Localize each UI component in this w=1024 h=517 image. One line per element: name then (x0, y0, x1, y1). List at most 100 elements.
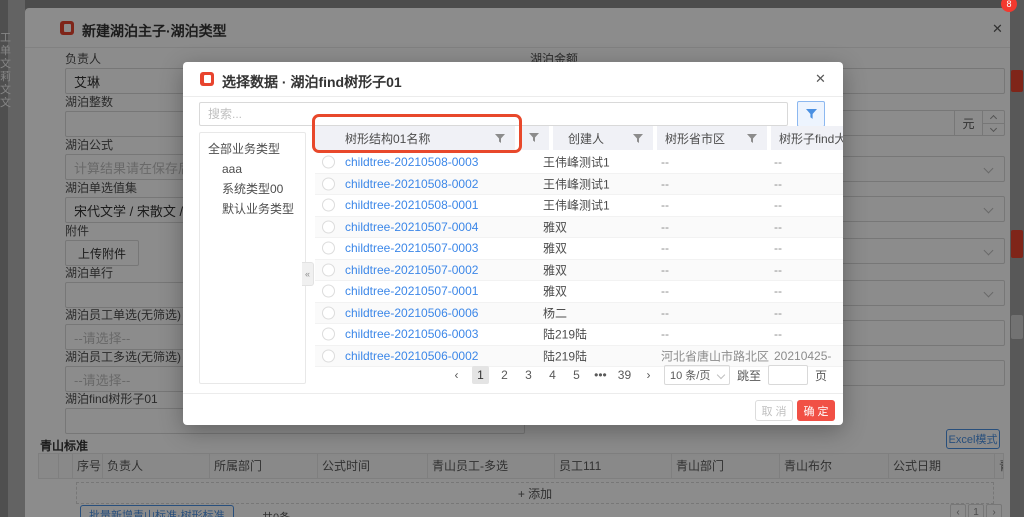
province-cell: -- (661, 155, 669, 169)
creator-cell: 王伟峰测试1 (543, 175, 610, 192)
filter-button[interactable] (797, 101, 825, 127)
radio-button[interactable] (322, 220, 335, 233)
collapse-panel-handle[interactable]: « (302, 262, 314, 286)
record-link[interactable]: childtree-20210506-0006 (345, 306, 478, 320)
table-row[interactable]: childtree-20210506-0002 陆219陆 河北省唐山市路北区 … (315, 346, 843, 368)
pagination: ‹ 12345 ••• 39 › 10 条/页 跳至 页 (448, 365, 827, 385)
creator-cell: 雅双 (543, 283, 567, 300)
province-cell: -- (661, 306, 669, 320)
column-header-extra[interactable]: 树形子find大 (771, 126, 843, 150)
table-body: childtree-20210508-0003 王伟峰测试1 -- -- chi… (315, 152, 843, 367)
form-icon (200, 72, 214, 86)
table-row[interactable]: childtree-20210507-0003 雅双 -- -- (315, 238, 843, 260)
screen: 工单文莉文文 新建湖泊主子·湖泊类型 ✕ 负责人 艾琳 湖泊整数 湖泊公式 计算… (0, 0, 1024, 517)
radio-button[interactable] (322, 156, 335, 169)
category-item[interactable]: 全部业务类型 (200, 139, 305, 159)
table-row[interactable]: childtree-20210507-0001 雅双 -- -- (315, 281, 843, 303)
province-cell: -- (661, 327, 669, 341)
creator-cell: 雅双 (543, 240, 567, 257)
filter-funnel-icon[interactable] (633, 133, 643, 147)
page-number-button[interactable]: 2 (496, 366, 513, 384)
province-cell: 河北省唐山市路北区 (661, 347, 769, 364)
table-row[interactable]: childtree-20210508-0002 王伟峰测试1 -- -- (315, 174, 843, 196)
table-row[interactable]: childtree-20210506-0003 陆219陆 -- -- (315, 324, 843, 346)
creator-cell: 雅双 (543, 218, 567, 235)
funnel-icon (806, 109, 817, 120)
jump-label: 跳至 (737, 367, 761, 384)
province-cell: -- (661, 177, 669, 191)
prev-page-button[interactable]: ‹ (448, 366, 465, 384)
page-number-button[interactable]: 1 (472, 366, 489, 384)
record-link[interactable]: childtree-20210508-0003 (345, 155, 478, 169)
table-row[interactable]: childtree-20210508-0001 王伟峰测试1 -- -- (315, 195, 843, 217)
extra-cell: -- (774, 155, 782, 169)
extra-cell: -- (774, 263, 782, 277)
next-page-button[interactable]: › (640, 366, 657, 384)
radio-button[interactable] (322, 177, 335, 190)
page-number-button[interactable]: 5 (568, 366, 585, 384)
province-cell: -- (661, 220, 669, 234)
table-row[interactable]: childtree-20210508-0003 王伟峰测试1 -- -- (315, 152, 843, 174)
page-number-button[interactable]: 4 (544, 366, 561, 384)
record-link[interactable]: childtree-20210506-0003 (345, 327, 478, 341)
province-cell: -- (661, 241, 669, 255)
table-row[interactable]: childtree-20210507-0004 雅双 -- -- (315, 217, 843, 239)
filter-funnel-icon (529, 133, 539, 143)
extra-cell: 20210425- (774, 349, 831, 363)
record-link[interactable]: childtree-20210508-0002 (345, 177, 478, 191)
chevron-down-icon (717, 371, 725, 379)
creator-cell: 陆219陆 (543, 347, 587, 364)
jump-suffix: 页 (815, 367, 827, 384)
extra-cell: -- (774, 306, 782, 320)
creator-cell: 王伟峰测试1 (543, 197, 610, 214)
extra-cell: -- (774, 198, 782, 212)
jump-page-input[interactable] (768, 365, 808, 385)
confirm-button[interactable]: 确 定 (797, 400, 835, 421)
data-table: 树形结构01名称 创建人 树形省市区 树形子find大 (315, 126, 843, 386)
column-header-filter-only[interactable] (519, 126, 549, 150)
modal-close-icon[interactable]: ✕ (815, 72, 826, 86)
page-number-button[interactable]: ••• (592, 366, 609, 384)
creator-cell: 雅双 (543, 261, 567, 278)
extra-cell: -- (774, 220, 782, 234)
record-link[interactable]: childtree-20210506-0002 (345, 349, 478, 363)
extra-cell: -- (774, 241, 782, 255)
radio-button[interactable] (322, 306, 335, 319)
creator-cell: 王伟峰测试1 (543, 154, 610, 171)
table-row[interactable]: childtree-20210507-0002 雅双 -- -- (315, 260, 843, 282)
creator-cell: 杨二 (543, 304, 567, 321)
radio-button[interactable] (322, 328, 335, 341)
record-link[interactable]: childtree-20210507-0004 (345, 220, 478, 234)
creator-cell: 陆219陆 (543, 326, 587, 343)
category-item[interactable]: 默认业务类型 (200, 199, 305, 219)
page-number-button[interactable]: 3 (520, 366, 537, 384)
province-cell: -- (661, 284, 669, 298)
cancel-button[interactable]: 取 消 (755, 400, 793, 421)
radio-button[interactable] (322, 263, 335, 276)
radio-button[interactable] (322, 349, 335, 362)
modal-header: 选择数据 · 湖泊find树形子01 ✕ (183, 62, 843, 97)
radio-button[interactable] (322, 285, 335, 298)
record-link[interactable]: childtree-20210507-0001 (345, 284, 478, 298)
province-cell: -- (661, 198, 669, 212)
extra-cell: -- (774, 284, 782, 298)
record-link[interactable]: childtree-20210507-0003 (345, 241, 478, 255)
record-link[interactable]: childtree-20210508-0001 (345, 198, 478, 212)
radio-button[interactable] (322, 242, 335, 255)
annotation-highlight-box (312, 114, 522, 153)
modal-title: 选择数据 · 湖泊find树形子01 (222, 72, 402, 92)
extra-cell: -- (774, 327, 782, 341)
column-header-province[interactable]: 树形省市区 (657, 126, 767, 150)
filter-funnel-icon[interactable] (747, 133, 757, 147)
page-number-button[interactable]: 39 (616, 366, 633, 384)
category-item[interactable]: 系统类型00 (200, 179, 305, 199)
modal-footer: 取 消 确 定 (183, 393, 843, 425)
extra-cell: -- (774, 177, 782, 191)
category-item[interactable]: aaa (200, 159, 305, 179)
column-header-creator[interactable]: 创建人 (553, 126, 653, 150)
category-panel: 全部业务类型aaa系统类型00默认业务类型 (199, 132, 306, 384)
page-size-select[interactable]: 10 条/页 (664, 365, 730, 385)
record-link[interactable]: childtree-20210507-0002 (345, 263, 478, 277)
table-row[interactable]: childtree-20210506-0006 杨二 -- -- (315, 303, 843, 325)
radio-button[interactable] (322, 199, 335, 212)
